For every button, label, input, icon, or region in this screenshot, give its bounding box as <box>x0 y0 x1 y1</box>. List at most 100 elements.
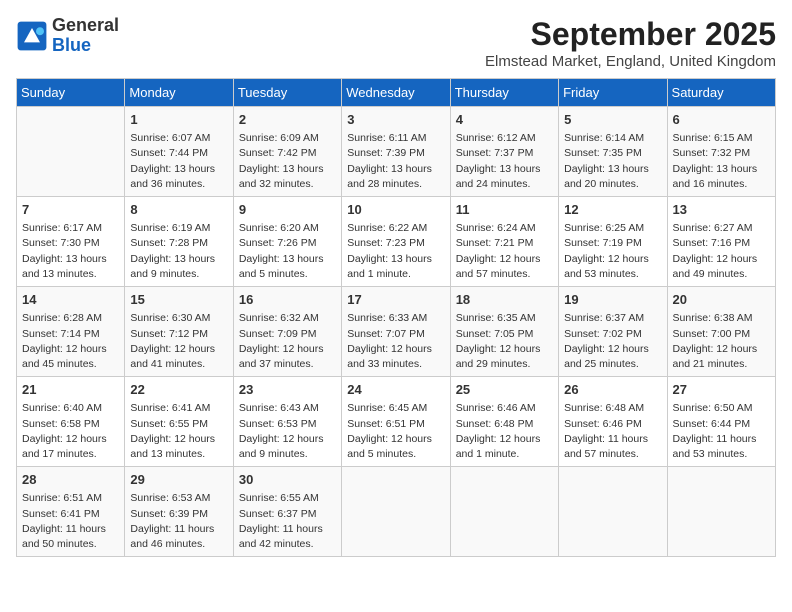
week-row-1: 1 Sunrise: 6:07 AM Sunset: 7:44 PM Daylig… <box>17 107 776 197</box>
cell-info: Sunrise: 6:25 AM Sunset: 7:19 PM Dayligh… <box>564 221 661 282</box>
day-number: 10 <box>347 201 444 219</box>
calendar-cell: 25 Sunrise: 6:46 AM Sunset: 6:48 PM Dayli… <box>450 377 558 467</box>
day-header-thursday: Thursday <box>450 79 558 107</box>
calendar-cell: 17Sunrise: 6:33 AM Sunset: 7:07 PM Dayli… <box>342 287 450 377</box>
calendar-cell: 6 Sunrise: 6:15 AM Sunset: 7:32 PM Daylig… <box>667 107 775 197</box>
day-number: 28 <box>22 471 119 489</box>
day-header-monday: Monday <box>125 79 233 107</box>
calendar-cell: 18Sunrise: 6:35 AM Sunset: 7:05 PM Dayli… <box>450 287 558 377</box>
day-number: 29 <box>130 471 227 489</box>
day-number: 5 <box>564 111 661 129</box>
calendar-cell: 3 Sunrise: 6:11 AM Sunset: 7:39 PM Daylig… <box>342 107 450 197</box>
day-number: 21 <box>22 381 119 399</box>
calendar-cell: 19Sunrise: 6:37 AM Sunset: 7:02 PM Dayli… <box>559 287 667 377</box>
cell-info: Sunrise: 6:07 AM Sunset: 7:44 PM Dayligh… <box>130 131 227 192</box>
cell-info: Sunrise: 6:40 AM Sunset: 6:58 PM Dayligh… <box>22 401 119 462</box>
cell-info: Sunrise: 6:24 AM Sunset: 7:21 PM Dayligh… <box>456 221 553 282</box>
day-number: 13 <box>673 201 770 219</box>
calendar-cell: 4 Sunrise: 6:12 AM Sunset: 7:37 PM Daylig… <box>450 107 558 197</box>
day-number: 6 <box>673 111 770 129</box>
cell-info: Sunrise: 6:48 AM Sunset: 6:46 PM Dayligh… <box>564 401 661 462</box>
subtitle: Elmstead Market, England, United Kingdom <box>485 53 776 70</box>
week-row-4: 21 Sunrise: 6:40 AM Sunset: 6:58 PM Dayli… <box>17 377 776 467</box>
calendar-cell: 24 Sunrise: 6:45 AM Sunset: 6:51 PM Dayli… <box>342 377 450 467</box>
day-number: 30 <box>239 471 336 489</box>
day-number: 17 <box>347 291 444 309</box>
cell-info: Sunrise: 6:27 AM Sunset: 7:16 PM Dayligh… <box>673 221 770 282</box>
calendar-cell <box>17 107 125 197</box>
cell-info: Sunrise: 6:12 AM Sunset: 7:37 PM Dayligh… <box>456 131 553 192</box>
day-number: 26 <box>564 381 661 399</box>
calendar-cell: 11 Sunrise: 6:24 AM Sunset: 7:21 PM Dayli… <box>450 197 558 287</box>
week-row-3: 14Sunrise: 6:28 AM Sunset: 7:14 PM Dayli… <box>17 287 776 377</box>
day-number: 12 <box>564 201 661 219</box>
day-number: 1 <box>130 111 227 129</box>
main-title: September 2025 <box>485 16 776 53</box>
day-header-sunday: Sunday <box>17 79 125 107</box>
day-header-wednesday: Wednesday <box>342 79 450 107</box>
cell-info: Sunrise: 6:14 AM Sunset: 7:35 PM Dayligh… <box>564 131 661 192</box>
cell-info: Sunrise: 6:28 AM Sunset: 7:14 PM Dayligh… <box>22 311 119 372</box>
day-number: 20 <box>673 291 770 309</box>
cell-info: Sunrise: 6:11 AM Sunset: 7:39 PM Dayligh… <box>347 131 444 192</box>
logo: General Blue <box>16 16 119 56</box>
calendar-cell: 29 Sunrise: 6:53 AM Sunset: 6:39 PM Dayli… <box>125 467 233 557</box>
cell-info: Sunrise: 6:53 AM Sunset: 6:39 PM Dayligh… <box>130 491 227 552</box>
cell-info: Sunrise: 6:19 AM Sunset: 7:28 PM Dayligh… <box>130 221 227 282</box>
cell-info: Sunrise: 6:20 AM Sunset: 7:26 PM Dayligh… <box>239 221 336 282</box>
cell-info: Sunrise: 6:55 AM Sunset: 6:37 PM Dayligh… <box>239 491 336 552</box>
day-number: 9 <box>239 201 336 219</box>
header-row: SundayMondayTuesdayWednesdayThursdayFrid… <box>17 79 776 107</box>
day-number: 23 <box>239 381 336 399</box>
day-header-tuesday: Tuesday <box>233 79 341 107</box>
cell-info: Sunrise: 6:17 AM Sunset: 7:30 PM Dayligh… <box>22 221 119 282</box>
calendar-cell: 16 Sunrise: 6:32 AM Sunset: 7:09 PM Dayli… <box>233 287 341 377</box>
day-number: 27 <box>673 381 770 399</box>
calendar-cell <box>559 467 667 557</box>
cell-info: Sunrise: 6:45 AM Sunset: 6:51 PM Dayligh… <box>347 401 444 462</box>
week-row-2: 7 Sunrise: 6:17 AM Sunset: 7:30 PM Daylig… <box>17 197 776 287</box>
calendar-cell: 5 Sunrise: 6:14 AM Sunset: 7:35 PM Daylig… <box>559 107 667 197</box>
cell-info: Sunrise: 6:51 AM Sunset: 6:41 PM Dayligh… <box>22 491 119 552</box>
calendar-cell: 22Sunrise: 6:41 AM Sunset: 6:55 PM Dayli… <box>125 377 233 467</box>
calendar-cell: 21 Sunrise: 6:40 AM Sunset: 6:58 PM Dayli… <box>17 377 125 467</box>
cell-info: Sunrise: 6:46 AM Sunset: 6:48 PM Dayligh… <box>456 401 553 462</box>
day-number: 16 <box>239 291 336 309</box>
cell-info: Sunrise: 6:37 AM Sunset: 7:02 PM Dayligh… <box>564 311 661 372</box>
calendar-cell: 15Sunrise: 6:30 AM Sunset: 7:12 PM Dayli… <box>125 287 233 377</box>
calendar-cell <box>342 467 450 557</box>
calendar-cell: 9 Sunrise: 6:20 AM Sunset: 7:26 PM Daylig… <box>233 197 341 287</box>
logo-text: General Blue <box>52 16 119 56</box>
calendar-cell: 27 Sunrise: 6:50 AM Sunset: 6:44 PM Dayli… <box>667 377 775 467</box>
day-number: 25 <box>456 381 553 399</box>
calendar-cell: 1 Sunrise: 6:07 AM Sunset: 7:44 PM Daylig… <box>125 107 233 197</box>
calendar-table: SundayMondayTuesdayWednesdayThursdayFrid… <box>16 78 776 557</box>
day-number: 24 <box>347 381 444 399</box>
day-number: 11 <box>456 201 553 219</box>
calendar-cell: 20Sunrise: 6:38 AM Sunset: 7:00 PM Dayli… <box>667 287 775 377</box>
cell-info: Sunrise: 6:50 AM Sunset: 6:44 PM Dayligh… <box>673 401 770 462</box>
calendar-cell: 12 Sunrise: 6:25 AM Sunset: 7:19 PM Dayli… <box>559 197 667 287</box>
cell-info: Sunrise: 6:43 AM Sunset: 6:53 PM Dayligh… <box>239 401 336 462</box>
day-header-saturday: Saturday <box>667 79 775 107</box>
day-number: 22 <box>130 381 227 399</box>
title-area: September 2025 Elmstead Market, England,… <box>485 16 776 70</box>
day-number: 15 <box>130 291 227 309</box>
calendar-cell: 14Sunrise: 6:28 AM Sunset: 7:14 PM Dayli… <box>17 287 125 377</box>
day-number: 4 <box>456 111 553 129</box>
calendar-cell: 13 Sunrise: 6:27 AM Sunset: 7:16 PM Dayli… <box>667 197 775 287</box>
cell-info: Sunrise: 6:32 AM Sunset: 7:09 PM Dayligh… <box>239 311 336 372</box>
calendar-cell: 8 Sunrise: 6:19 AM Sunset: 7:28 PM Daylig… <box>125 197 233 287</box>
day-number: 18 <box>456 291 553 309</box>
day-header-friday: Friday <box>559 79 667 107</box>
day-number: 7 <box>22 201 119 219</box>
cell-info: Sunrise: 6:09 AM Sunset: 7:42 PM Dayligh… <box>239 131 336 192</box>
cell-info: Sunrise: 6:15 AM Sunset: 7:32 PM Dayligh… <box>673 131 770 192</box>
day-number: 8 <box>130 201 227 219</box>
day-number: 3 <box>347 111 444 129</box>
calendar-cell: 26 Sunrise: 6:48 AM Sunset: 6:46 PM Dayli… <box>559 377 667 467</box>
calendar-cell: 23 Sunrise: 6:43 AM Sunset: 6:53 PM Dayli… <box>233 377 341 467</box>
calendar-cell: 7 Sunrise: 6:17 AM Sunset: 7:30 PM Daylig… <box>17 197 125 287</box>
calendar-cell: 2 Sunrise: 6:09 AM Sunset: 7:42 PM Daylig… <box>233 107 341 197</box>
day-number: 2 <box>239 111 336 129</box>
